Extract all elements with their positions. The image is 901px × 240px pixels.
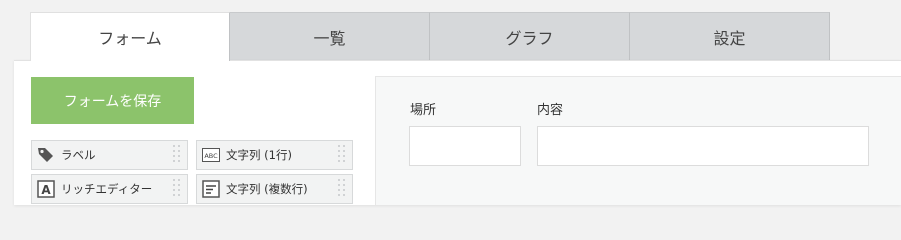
tab-bar: フォーム 一覧 グラフ 設定 <box>30 12 830 61</box>
drag-handle-icon[interactable] <box>173 179 183 199</box>
svg-text:ABC: ABC <box>204 152 218 160</box>
content-input[interactable] <box>537 126 869 166</box>
palette-item-label[interactable]: ラベル <box>31 140 188 170</box>
tab-settings[interactable]: 設定 <box>630 12 830 60</box>
drag-handle-icon[interactable] <box>338 145 348 165</box>
palette-item-text: リッチエディター <box>61 182 153 196</box>
location-input[interactable] <box>409 126 521 166</box>
palette-item-text: ラベル <box>61 148 96 162</box>
tab-form[interactable]: フォーム <box>30 12 230 61</box>
svg-text:A: A <box>41 183 51 197</box>
tab-graph[interactable]: グラフ <box>430 12 630 60</box>
abc-text-icon: ABC <box>202 146 220 164</box>
tab-label: 設定 <box>713 28 746 48</box>
drag-handle-icon[interactable] <box>338 179 348 199</box>
palette-item-multi-line-text[interactable]: 文字列 (複数行) <box>196 174 353 204</box>
drag-handle-icon[interactable] <box>173 145 183 165</box>
tab-list[interactable]: 一覧 <box>230 12 430 60</box>
tab-label: グラフ <box>505 28 554 48</box>
field-label-location: 場所 <box>410 103 437 118</box>
multiline-text-icon <box>202 180 220 198</box>
palette-item-rich-editor[interactable]: A リッチエディター <box>31 174 188 204</box>
rich-editor-icon: A <box>37 180 55 198</box>
tag-icon <box>37 146 55 164</box>
palette-item-text: 文字列 (複数行) <box>226 182 308 196</box>
tab-label: フォーム <box>98 29 162 48</box>
tab-label: 一覧 <box>313 28 346 48</box>
field-label-content: 内容 <box>537 103 564 118</box>
palette-item-single-line-text[interactable]: ABC 文字列 (1行) <box>196 140 353 170</box>
palette-item-text: 文字列 (1行) <box>226 148 292 162</box>
save-form-button[interactable]: フォームを保存 <box>31 77 194 124</box>
